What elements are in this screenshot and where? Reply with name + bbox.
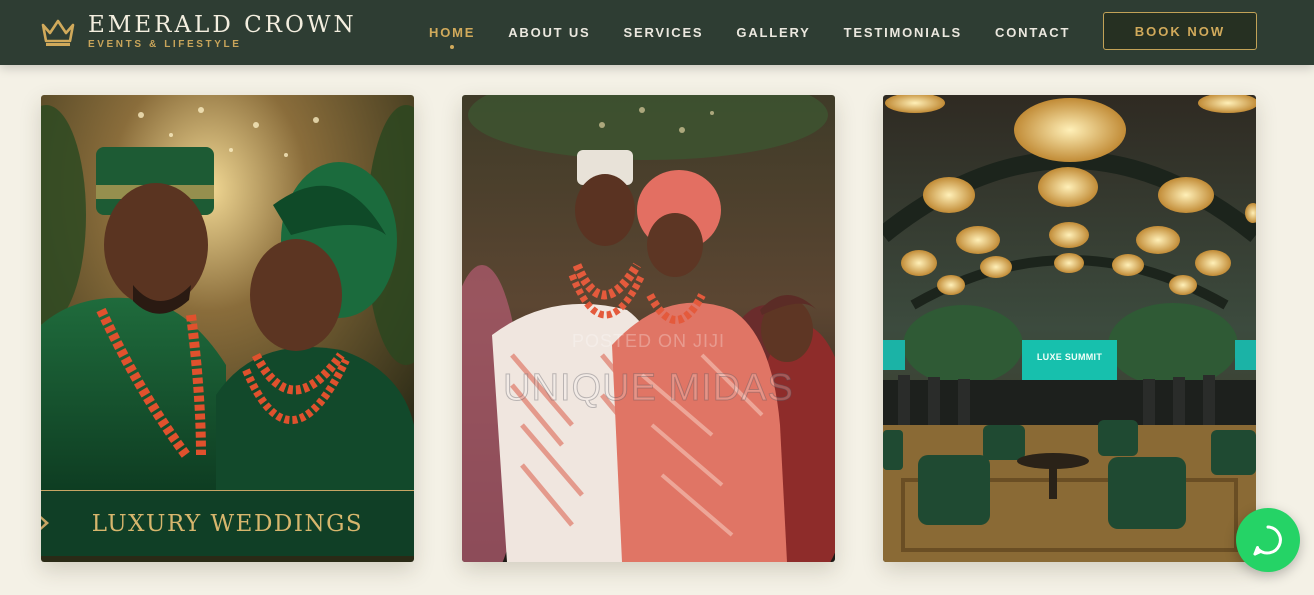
- crown-icon: [41, 19, 75, 46]
- brand-logo[interactable]: EMERALD CROWN EVENTS & LIFESTYLE: [40, 10, 357, 54]
- nav-item-label: GALLERY: [736, 25, 811, 40]
- card-banner: LUXURY WEDDINGS: [41, 490, 414, 556]
- gallery-card-corporate[interactable]: LUXE SUMMIT: [883, 95, 1256, 562]
- watermark-text-small: POSTED ON JIJI: [571, 331, 726, 351]
- nav-item-label: SERVICES: [623, 25, 704, 40]
- nav-item-about[interactable]: ABOUT US: [508, 25, 590, 40]
- nav-item-home[interactable]: HOME: [429, 25, 476, 49]
- nav-item-label: TESTIMONIALS: [843, 25, 963, 40]
- nav-item-contact[interactable]: CONTACT: [995, 25, 1070, 40]
- gallery-card-celebration[interactable]: POSTED ON JIJI UNIQUE MIDAS: [462, 95, 835, 562]
- site-header: EMERALD CROWN EVENTS & LIFESTYLE HOME AB…: [0, 0, 1314, 65]
- book-now-button[interactable]: BOOK NOW: [1103, 12, 1257, 50]
- brand-tagline: EVENTS & LIFESTYLE: [88, 39, 242, 50]
- event-hall-image: [883, 95, 1256, 562]
- nav-item-services[interactable]: SERVICES: [624, 25, 704, 40]
- whatsapp-icon: [1253, 525, 1282, 556]
- nav-item-testimonials[interactable]: TESTIMONIALS: [844, 25, 962, 40]
- nav-item-label: HOME: [429, 25, 476, 40]
- event-screen-label: LUXE SUMMIT: [1036, 352, 1103, 362]
- watermark-text-large: UNIQUE MIDAS: [503, 367, 794, 410]
- nav-item-gallery[interactable]: GALLERY: [736, 25, 810, 40]
- nav-item-label: CONTACT: [995, 25, 1071, 40]
- banner-arrow-inner-shape: [41, 519, 45, 527]
- nav-item-label: ABOUT US: [508, 25, 591, 40]
- active-indicator-dot: [450, 45, 455, 49]
- card-banner-title: LUXURY WEDDINGS: [91, 510, 364, 537]
- main-nav: HOME ABOUT US SERVICES GALLERY TESTIMONI…: [429, 0, 1103, 65]
- gallery-card-weddings[interactable]: LUXURY WEDDINGS: [41, 95, 414, 562]
- whatsapp-chat-button[interactable]: [1236, 508, 1300, 572]
- wedding-couple-coral-image: [462, 95, 835, 562]
- brand-name: EMERALD CROWN: [88, 12, 357, 38]
